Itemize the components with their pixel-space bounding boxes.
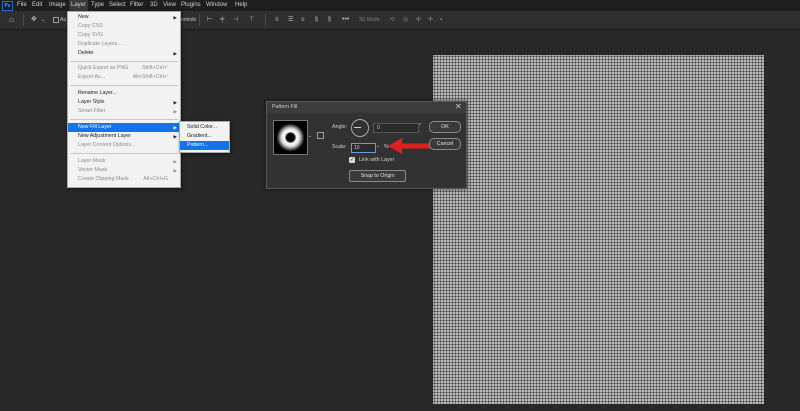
auto-select-label: Au <box>60 17 67 23</box>
scale-label: Scale: <box>332 144 347 150</box>
submenu-arrow-icon: ▶ <box>173 125 177 130</box>
3d-orbit-icon[interactable]: ⟲ <box>390 15 395 25</box>
menu-type[interactable]: Type <box>91 0 104 11</box>
menu-item-create-clipping-mask[interactable]: Create Clipping Mask Alt+Ctrl+G <box>68 175 180 184</box>
submenu-arrow-icon: ▶ <box>173 168 177 173</box>
pattern-fill-dialog: Pattern Fill ✕ ⌄ Angle: 0 ° Scale: 10 ⌄ … <box>266 101 467 189</box>
auto-select-checkbox[interactable]: Au <box>53 15 66 25</box>
divider <box>23 14 24 26</box>
document-canvas[interactable] <box>433 55 764 404</box>
dialog-title: Pattern Fill <box>272 104 298 110</box>
chevron-down-icon[interactable]: ⌄ <box>41 15 45 25</box>
ok-button[interactable]: OK <box>429 121 461 133</box>
distribute-middle-icon[interactable]: ☰ <box>288 15 293 25</box>
distribute-top-icon[interactable]: ≡ <box>275 15 279 25</box>
scale-dropdown-chevron-icon[interactable]: ⌄ <box>376 143 380 149</box>
submenu-arrow-icon: ▶ <box>173 100 177 105</box>
cancel-button[interactable]: Cancel <box>429 138 461 150</box>
angle-input[interactable]: 0 <box>373 123 419 133</box>
menu-separator <box>70 153 178 154</box>
menu-item-copy-css[interactable]: Copy CSS <box>68 22 180 31</box>
scale-input[interactable]: 10 <box>351 143 376 153</box>
menu-item-smart-filter[interactable]: Smart Filter ▶ <box>68 107 180 116</box>
more-options-icon[interactable]: ••• <box>342 15 349 25</box>
menu-edit[interactable]: Edit <box>32 0 42 11</box>
menu-plugins[interactable]: Plugins <box>181 0 201 11</box>
submenu-arrow-icon: ▶ <box>173 134 177 139</box>
distribute-bottom-icon[interactable]: ≡ <box>301 15 305 25</box>
divider <box>265 14 266 26</box>
menu-item-new[interactable]: New ▶ <box>68 13 180 22</box>
menu-item-duplicate-layers[interactable]: Duplicate Layers... <box>68 40 180 49</box>
align-left-icon[interactable]: ⊢ <box>207 15 212 25</box>
menu-image[interactable]: Image <box>49 0 66 11</box>
menu-view[interactable]: View <box>163 0 176 11</box>
menu-item-rename-layer[interactable]: Rename Layer... <box>68 89 180 98</box>
submenu-arrow-icon: ▶ <box>173 51 177 56</box>
annotation-arrow-icon <box>388 138 432 154</box>
new-preset-icon[interactable] <box>317 132 324 139</box>
transform-controls-label: ontrols <box>181 17 197 23</box>
3d-roll-icon[interactable]: ◎ <box>403 15 408 25</box>
submenu-item-gradient[interactable]: Gradient... <box>180 132 229 141</box>
dialog-title-bar: Pattern Fill ✕ <box>267 102 466 113</box>
fill-layer-submenu: Solid Color... Gradient... Pattern... <box>179 121 230 153</box>
angle-dial[interactable] <box>351 119 369 137</box>
menu-separator <box>70 119 178 120</box>
3d-mode-label: 3D Mode: <box>359 17 381 23</box>
pattern-swatch[interactable] <box>273 120 308 155</box>
pattern-picker-chevron-icon[interactable]: ⌄ <box>308 133 312 139</box>
link-with-layer-checkbox[interactable]: ✓ <box>349 157 355 163</box>
menu-3d[interactable]: 3D <box>150 0 158 11</box>
3d-scale-icon[interactable]: ▪ <box>440 15 442 25</box>
menu-item-delete[interactable]: Delete ▶ <box>68 49 180 58</box>
divider <box>199 14 200 26</box>
3d-slide-icon[interactable]: ✢ <box>428 15 433 25</box>
menu-help[interactable]: Help <box>235 0 247 11</box>
3d-pan-icon[interactable]: ✣ <box>416 15 421 25</box>
menu-item-layer-mask[interactable]: Layer Mask ▶ <box>68 157 180 166</box>
distribute-right-icon[interactable]: ⫼ <box>328 15 331 25</box>
menu-layer[interactable]: Layer <box>69 0 89 11</box>
align-top-icon[interactable]: ⊤ <box>249 15 254 25</box>
submenu-item-pattern[interactable]: Pattern... <box>180 141 229 150</box>
menu-item-quick-export-png[interactable]: Quick Export as PNG Shift+Ctrl+' <box>68 64 180 73</box>
menu-item-copy-svg[interactable]: Copy SVG <box>68 31 180 40</box>
move-tool-icon[interactable]: ✥ <box>31 15 37 25</box>
menu-bar: Ps File Edit Image Layer Type Select Fil… <box>0 0 800 11</box>
submenu-arrow-icon: ▶ <box>173 15 177 20</box>
menu-item-vector-mask[interactable]: Vector Mask ▶ <box>68 166 180 175</box>
align-center-icon[interactable]: ╪ <box>220 15 224 25</box>
menu-item-layer-style[interactable]: Layer Style ▶ <box>68 98 180 107</box>
menu-item-new-adjustment-layer[interactable]: New Adjustment Layer ▶ <box>68 132 180 141</box>
angle-label: Angle: <box>332 124 348 130</box>
angle-dial-needle <box>354 127 361 128</box>
menu-separator <box>70 61 178 62</box>
submenu-arrow-icon: ▶ <box>173 109 177 114</box>
submenu-item-solid-color[interactable]: Solid Color... <box>180 123 229 132</box>
menu-file[interactable]: File <box>17 0 27 11</box>
submenu-arrow-icon: ▶ <box>173 159 177 164</box>
layer-menu: New ▶ Copy CSS Copy SVG Duplicate Layers.… <box>67 11 181 188</box>
home-icon[interactable]: ⌂ <box>9 15 14 25</box>
menu-separator <box>70 85 178 86</box>
menu-item-export-as[interactable]: Export As... Alt+Shift+Ctrl+' <box>68 73 180 82</box>
link-with-layer-label: Link with Layer <box>359 157 395 163</box>
snap-to-origin-button[interactable]: Snap to Origin <box>349 170 406 182</box>
menu-select[interactable]: Select <box>109 0 126 11</box>
angle-unit: ° <box>419 123 422 129</box>
close-icon[interactable]: ✕ <box>455 102 462 111</box>
menu-filter[interactable]: Filter <box>130 0 143 11</box>
distribute-left-icon[interactable]: ⫼ <box>315 15 318 25</box>
menu-window[interactable]: Window <box>206 0 227 11</box>
menu-item-layer-content-options[interactable]: Layer Content Options... <box>68 141 180 150</box>
align-right-icon[interactable]: ⊣ <box>233 15 238 25</box>
menu-item-new-fill-layer[interactable]: New Fill Layer ▶ <box>68 123 180 132</box>
photoshop-logo-icon: Ps <box>2 1 13 11</box>
